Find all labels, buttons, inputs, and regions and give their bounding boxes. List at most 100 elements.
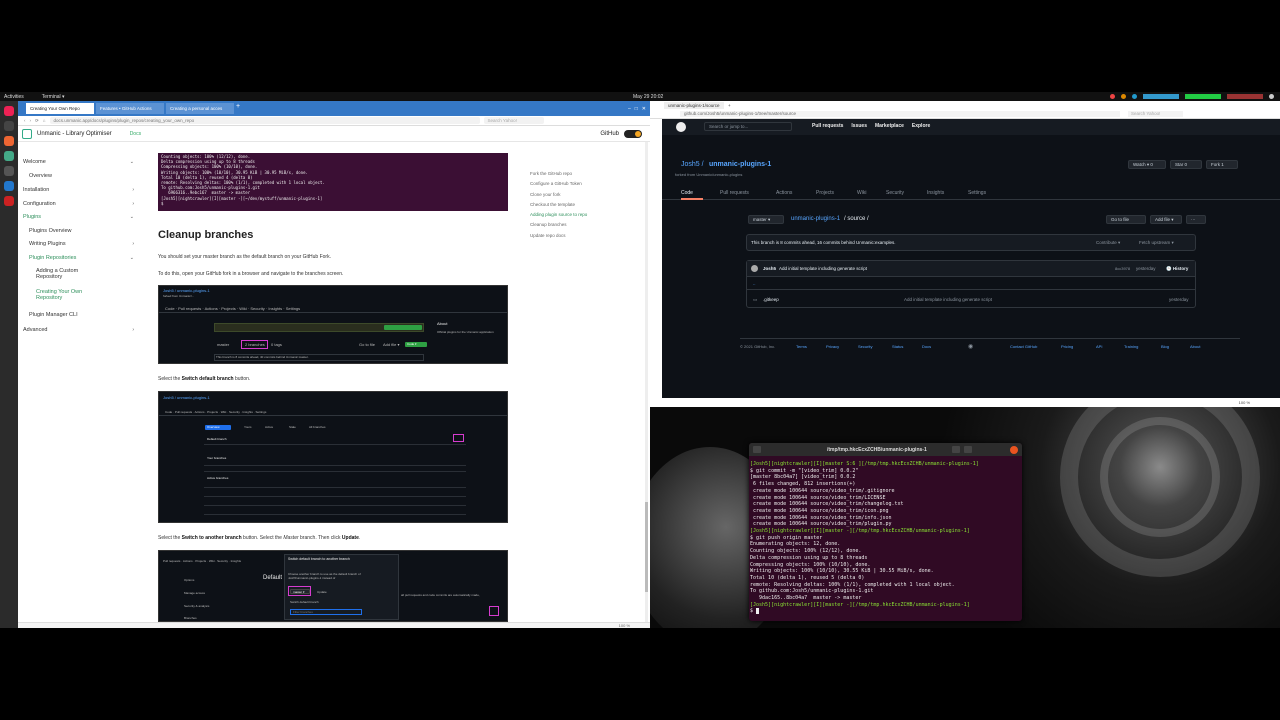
footer-docs[interactable]: Docs bbox=[922, 344, 931, 349]
close-icon[interactable]: ✕ bbox=[642, 106, 646, 112]
new-tab-icon[interactable] bbox=[753, 446, 761, 453]
tab-insights[interactable]: Insights bbox=[927, 190, 944, 196]
github-logo-icon[interactable] bbox=[676, 122, 686, 132]
sidebar-item-plugins[interactable]: Plugins ⌄ bbox=[23, 214, 138, 220]
footer-api[interactable]: API bbox=[1096, 344, 1102, 349]
forked-from[interactable]: forked from Unmanic/unmanic-plugins bbox=[675, 172, 742, 177]
fetch-upstream-button[interactable]: Fetch upstream ▾ bbox=[1139, 240, 1174, 246]
zoom-level[interactable]: 100 % bbox=[1239, 400, 1250, 405]
file-name[interactable]: .gitkeep bbox=[763, 297, 779, 302]
unmanic-logo-icon[interactable] bbox=[22, 128, 32, 139]
search-field[interactable]: Search Yahoo! bbox=[1128, 111, 1183, 117]
maximize-icon[interactable]: □ bbox=[635, 106, 638, 112]
star-button[interactable]: Star 0 bbox=[1170, 160, 1202, 169]
go-to-file-button[interactable]: Go to file bbox=[1106, 215, 1146, 224]
github-mark-icon[interactable]: ◉ bbox=[968, 343, 973, 350]
reload-icon[interactable]: ⟳ bbox=[35, 118, 39, 124]
footer-pricing[interactable]: Pricing bbox=[1061, 344, 1073, 349]
toc-item[interactable]: Checkout the template bbox=[530, 202, 587, 207]
app-indicator-icon[interactable] bbox=[1132, 94, 1137, 99]
footer-training[interactable]: Training bbox=[1124, 344, 1138, 349]
back-icon[interactable]: ‹ bbox=[24, 118, 26, 123]
footer-security[interactable]: Security bbox=[858, 344, 872, 349]
power-icon[interactable] bbox=[1269, 94, 1274, 99]
history-link[interactable]: 🕓 History bbox=[1166, 266, 1188, 272]
commit-message[interactable]: Add initial template including generate … bbox=[779, 266, 867, 271]
sidebar-item-adding-custom-repo[interactable]: Adding a Custom Repository bbox=[36, 268, 78, 280]
sidebar-item-plugins-overview[interactable]: Plugins Overview bbox=[29, 228, 72, 234]
url-field[interactable]: docs.unmanic.app/docs/plugins/plugin_rep… bbox=[49, 117, 480, 124]
terminal-titlebar[interactable]: /tmp/tmp.hkcEcxZCHB/unmanic-plugins-1 bbox=[749, 443, 1022, 456]
app-menu[interactable]: Terminal ▾ bbox=[42, 94, 65, 100]
tab-creating-repo[interactable]: Creating Your Own Repo bbox=[26, 103, 94, 114]
tab-wiki[interactable]: Wiki bbox=[857, 190, 866, 196]
contribute-button[interactable]: Contribute ▾ bbox=[1096, 240, 1120, 246]
breadcrumb-repo[interactable]: unmanic-plugins-1 bbox=[791, 216, 840, 222]
site-title[interactable]: Unmanic - Library Optimiser bbox=[37, 131, 112, 137]
sidebar-item-creating-own-repo[interactable]: Creating Your Own Repository bbox=[36, 289, 82, 301]
nav-issues[interactable]: Issues bbox=[851, 123, 867, 129]
minimize-icon[interactable]: – bbox=[628, 106, 631, 112]
tab-personal-access[interactable]: Creating a personal acces bbox=[166, 103, 234, 114]
minimize-icon[interactable] bbox=[978, 446, 986, 453]
app-indicator-icon[interactable] bbox=[1121, 94, 1126, 99]
sidebar-item-overview[interactable]: Overview bbox=[29, 173, 52, 179]
toc-item[interactable]: Cleanup branches bbox=[530, 222, 587, 227]
sidebar-item-configuration[interactable]: Configuration › bbox=[23, 201, 138, 207]
footer-status[interactable]: Status bbox=[892, 344, 903, 349]
footer-contact[interactable]: Contact GitHub bbox=[1010, 344, 1037, 349]
dark-mode-toggle[interactable] bbox=[624, 129, 642, 138]
close-icon[interactable] bbox=[1010, 446, 1018, 454]
toc-item[interactable]: Adding plugin source to repo bbox=[530, 212, 587, 217]
sidebar-item-plugin-repositories[interactable]: Plugin Repositories ⌄ bbox=[29, 255, 138, 261]
new-tab-button[interactable]: + bbox=[728, 103, 731, 108]
app-icon[interactable] bbox=[4, 151, 14, 161]
branch-select[interactable]: master ▾ bbox=[748, 215, 784, 224]
sidebar-item-welcome[interactable]: Welcome ⌄ bbox=[23, 159, 138, 165]
fork-button[interactable]: Fork 1 bbox=[1206, 160, 1238, 169]
terminal-output[interactable]: [Josh5][nightcrawler][I][master S:6 ][/t… bbox=[749, 456, 1022, 615]
home-icon[interactable]: ⌂ bbox=[43, 118, 46, 123]
url-field[interactable]: github.com/Josh5/unmanic-plugins-1/tree/… bbox=[680, 111, 1120, 117]
footer-blog[interactable]: Blog bbox=[1161, 344, 1169, 349]
repo-owner[interactable]: Josh5 / bbox=[681, 161, 704, 168]
github-search[interactable]: Search or jump to... bbox=[704, 122, 792, 131]
more-button[interactable]: ··· bbox=[1186, 215, 1206, 224]
toc-item[interactable]: Configure a GitHub Token bbox=[530, 181, 587, 186]
avatar[interactable] bbox=[751, 265, 758, 272]
files-icon[interactable] bbox=[4, 136, 14, 146]
tab-security[interactable]: Security bbox=[886, 190, 904, 196]
add-file-button[interactable]: Add file ▾ bbox=[1150, 215, 1182, 224]
scrollbar-thumb[interactable] bbox=[645, 502, 648, 592]
maximize-icon[interactable] bbox=[992, 446, 1000, 453]
footer-terms[interactable]: Terms bbox=[796, 344, 807, 349]
vivaldi-icon[interactable] bbox=[4, 106, 14, 116]
clock[interactable]: May 29 20:02 bbox=[633, 94, 663, 100]
docs-link[interactable]: Docs bbox=[130, 131, 141, 137]
toc-item[interactable]: Fork the GitHub repo bbox=[530, 171, 587, 176]
tab-actions[interactable]: Actions bbox=[776, 190, 792, 196]
sidebar-item-installation[interactable]: Installation › bbox=[23, 187, 138, 193]
new-tab-button[interactable]: + bbox=[236, 103, 246, 114]
tab-settings[interactable]: Settings bbox=[968, 190, 986, 196]
nav-explore[interactable]: Explore bbox=[912, 123, 930, 129]
vscode-icon[interactable] bbox=[4, 181, 14, 191]
record-icon[interactable] bbox=[1110, 94, 1115, 99]
footer-privacy[interactable]: Privacy bbox=[826, 344, 839, 349]
github-link[interactable]: GitHub bbox=[600, 131, 619, 137]
nav-marketplace[interactable]: Marketplace bbox=[875, 123, 904, 129]
tab-pull-requests[interactable]: Pull requests bbox=[720, 190, 749, 196]
terminal-window[interactable]: /tmp/tmp.hkcEcxZCHB/unmanic-plugins-1 [J… bbox=[749, 443, 1022, 621]
search-icon[interactable] bbox=[952, 446, 960, 453]
menu-icon[interactable] bbox=[964, 446, 972, 453]
tab-code[interactable]: Code bbox=[681, 190, 693, 196]
tab-github-actions[interactable]: Features • GitHub Actions bbox=[96, 103, 164, 114]
sidebar-item-plugin-manager-cli[interactable]: Plugin Manager CLI bbox=[29, 312, 78, 318]
app-icon[interactable] bbox=[4, 196, 14, 206]
footer-about[interactable]: About bbox=[1190, 344, 1200, 349]
scrollbar[interactable] bbox=[645, 142, 648, 622]
file-commit-message[interactable]: Add initial template including generate … bbox=[904, 297, 992, 302]
toc-item[interactable]: Update repo docs bbox=[530, 233, 587, 238]
search-field[interactable]: Search Yahoo! bbox=[483, 117, 544, 124]
tab-projects[interactable]: Projects bbox=[816, 190, 834, 196]
